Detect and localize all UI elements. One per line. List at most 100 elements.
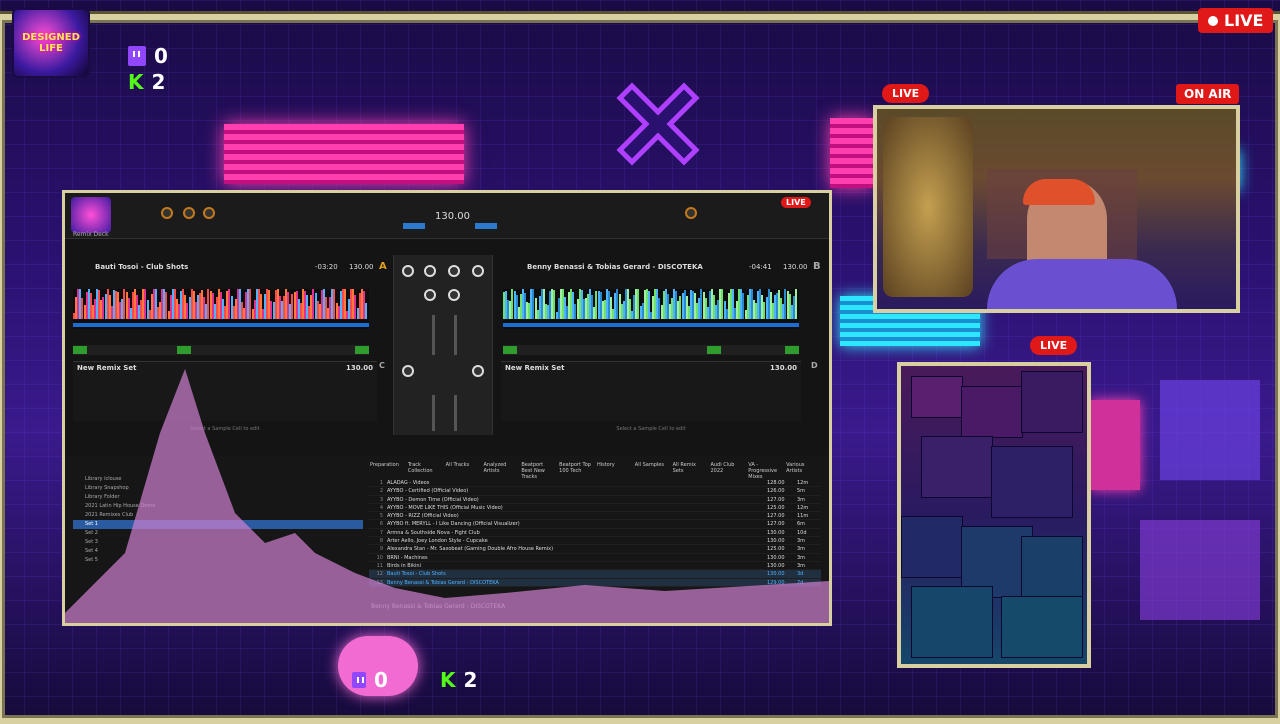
deck-d-letter: D (811, 361, 818, 370)
track-cell: 130.00 (767, 554, 785, 561)
tree-node[interactable]: Library Folder (73, 493, 363, 502)
deck-c-title: New Remix Set (77, 364, 137, 372)
tree-node[interactable]: Library iclouse (73, 475, 363, 484)
gain-knob-a[interactable] (402, 265, 414, 277)
track-row[interactable]: 12 Bauti Tosoi - Club Shots 130.00 3d (369, 570, 821, 579)
twitch-icon (352, 672, 366, 688)
deck-a-play-button[interactable] (73, 346, 87, 354)
mid-knob-a[interactable] (424, 289, 436, 301)
webcam-feed (873, 105, 1240, 313)
master-button[interactable] (403, 223, 425, 229)
deck-b-active-button[interactable] (785, 346, 799, 354)
channel-fader-b[interactable] (454, 315, 457, 355)
deck-c-remix: New Remix Set 130.00 Select a Sample Cel… (73, 361, 377, 432)
track-row[interactable]: 2 AYYBO - Certified (Official Video) 126.0… (369, 487, 821, 496)
tree-node[interactable]: Set 4 (73, 547, 363, 556)
favorite-slot[interactable]: All Remix Sets (672, 461, 708, 479)
favorite-slot[interactable]: All Samples (634, 461, 670, 479)
waveform-bar (364, 303, 367, 319)
favorite-slot[interactable]: Audi Club 2022 (709, 461, 745, 479)
deck-a-letter: A (379, 261, 387, 272)
track-cell: 10 (376, 554, 383, 561)
track-cell: 3m (797, 538, 806, 545)
channel-fader-c[interactable] (432, 395, 435, 431)
tree-node[interactable]: Set 2 (73, 529, 363, 538)
hi-knob-a[interactable] (424, 265, 436, 277)
mid-knob-b[interactable] (448, 289, 460, 301)
gain-knob-d[interactable] (472, 365, 484, 377)
track-row[interactable]: 6 AYYBO ft. MERYLL - I Like Dancing (Offi… (369, 520, 821, 529)
deck-b-waveform[interactable] (503, 289, 799, 329)
deck-d-title: New Remix Set (505, 364, 565, 372)
deck-b-play-button[interactable] (503, 346, 517, 354)
master-volume-knob[interactable] (685, 207, 697, 219)
bottom-kick-stat: K 2 (440, 668, 477, 692)
track-row[interactable]: 11 Birds in Bikini 130.00 3m (369, 562, 821, 571)
track-cell: 127.00 (767, 521, 785, 528)
channel-logo: DESIGNED LIFE (12, 8, 90, 78)
tile (921, 436, 993, 498)
remix-deck-label: Remix Deck (73, 231, 109, 238)
tile (911, 376, 963, 418)
track-cell: 11 (376, 562, 383, 569)
tree-node[interactable]: Library Snapshop (73, 484, 363, 493)
track-list: Preparation Track Collection All Tracks Ana… (369, 461, 821, 587)
tree-node[interactable]: Set 5 (73, 556, 363, 565)
deck-a-active-button[interactable] (355, 346, 369, 354)
favorite-slot[interactable]: Beatport Top 100 Tech (558, 461, 594, 479)
pitch-knob[interactable] (183, 207, 195, 219)
limiter-button[interactable] (475, 223, 497, 229)
main-live-badge: LIVE (1198, 8, 1274, 33)
deck-d-hint: Select a Sample Cell to edit (616, 426, 686, 432)
tree-node[interactable]: Set 3 (73, 538, 363, 547)
deck-a-bpm: 130.00 (349, 263, 374, 271)
tile (911, 586, 993, 658)
favorite-slot[interactable]: Analyzed Artists (482, 461, 518, 479)
track-row[interactable]: 4 AYYBO - MOVE LIKE THIS (Official Music … (369, 504, 821, 513)
deck-a-waveform[interactable] (73, 289, 369, 329)
deck-b-sync-button[interactable] (707, 346, 721, 354)
deck-d-bpm: 130.00 (769, 364, 797, 372)
track-row[interactable]: 1 ALADAG - Videos 128.00 12m (369, 479, 821, 488)
deck-a-remaining: -03:20 (315, 263, 338, 271)
channel-fader-d[interactable] (454, 395, 457, 431)
track-cell: 126.00 (767, 488, 785, 495)
hi-knob-b[interactable] (448, 265, 460, 277)
favorite-slot[interactable]: VA - Progressive Mixes (747, 461, 783, 480)
rate-knob[interactable] (203, 207, 215, 219)
track-row[interactable]: 9 Alexandra Stan - Mr. Saxobeat (Gaming D… (369, 545, 821, 554)
gain-knob-b[interactable] (472, 265, 484, 277)
favorite-slot[interactable]: All Tracks (445, 461, 481, 479)
logo-text: DESIGNED LIFE (22, 32, 80, 54)
track-row[interactable]: 8 Arter Aello, Joey London Style - Cupcak… (369, 537, 821, 546)
deck-b-track: Benny Benassi & Tobias Gerard - DISCOTEK… (527, 263, 703, 271)
deck-a-sync-button[interactable] (177, 346, 191, 354)
track-row[interactable]: 3 AYYBO - Demon Time (Official Video) 127.… (369, 496, 821, 504)
track-row[interactable]: 10 BRNI - Machines 130.00 3m (369, 554, 821, 562)
channel-fader-a[interactable] (432, 315, 435, 355)
gain-knob-c[interactable] (402, 365, 414, 377)
tree-node[interactable]: 2021 Latin Hip House Demo (73, 502, 363, 511)
favorite-slot[interactable]: History (596, 461, 632, 479)
folder-tree: Library iclouse Library Snapshop Library F… (73, 475, 363, 605)
track-row[interactable]: 13 Benny Benassi & Tobias Gerard - DISCOT… (369, 578, 821, 587)
favorites-bar: Preparation Track Collection All Tracks Ana… (369, 461, 821, 480)
filter-knob[interactable] (161, 207, 173, 219)
favorite-slot[interactable]: Track Collection (407, 461, 443, 479)
favorite-slot[interactable]: Beatport Best New Tracks (520, 461, 556, 480)
track-cell: AYYBO - Certified (Official Video) (387, 488, 469, 495)
track-cell: AYYBO - MOVE LIKE THIS (Official Music V… (387, 504, 503, 511)
track-row[interactable]: 5 AYYBO - RIZZ (Official Video) 127.00 11m (369, 512, 821, 521)
track-row[interactable]: 7 Armna & Southside Nova - Fight Club 130.… (369, 529, 821, 538)
tree-node[interactable]: Set 1 (73, 520, 363, 529)
twitch-icon (128, 46, 146, 66)
shirt-shape (987, 259, 1177, 309)
deck-b-controls (503, 345, 799, 355)
track-cell: Benny Benassi & Tobias Gerard - DISCOTEK… (387, 579, 499, 586)
cam-live-tag: LIVE (882, 84, 930, 103)
tree-node[interactable]: 2021 Remixes Club (73, 511, 363, 520)
track-cell: Arter Aello, Joey London Style - Cupcake (387, 538, 488, 545)
favorite-slot[interactable]: Preparation (369, 461, 405, 479)
favorite-slot[interactable]: Various Artists (785, 461, 821, 479)
track-cell: Bauti Tosoi - Club Shots (387, 571, 446, 578)
